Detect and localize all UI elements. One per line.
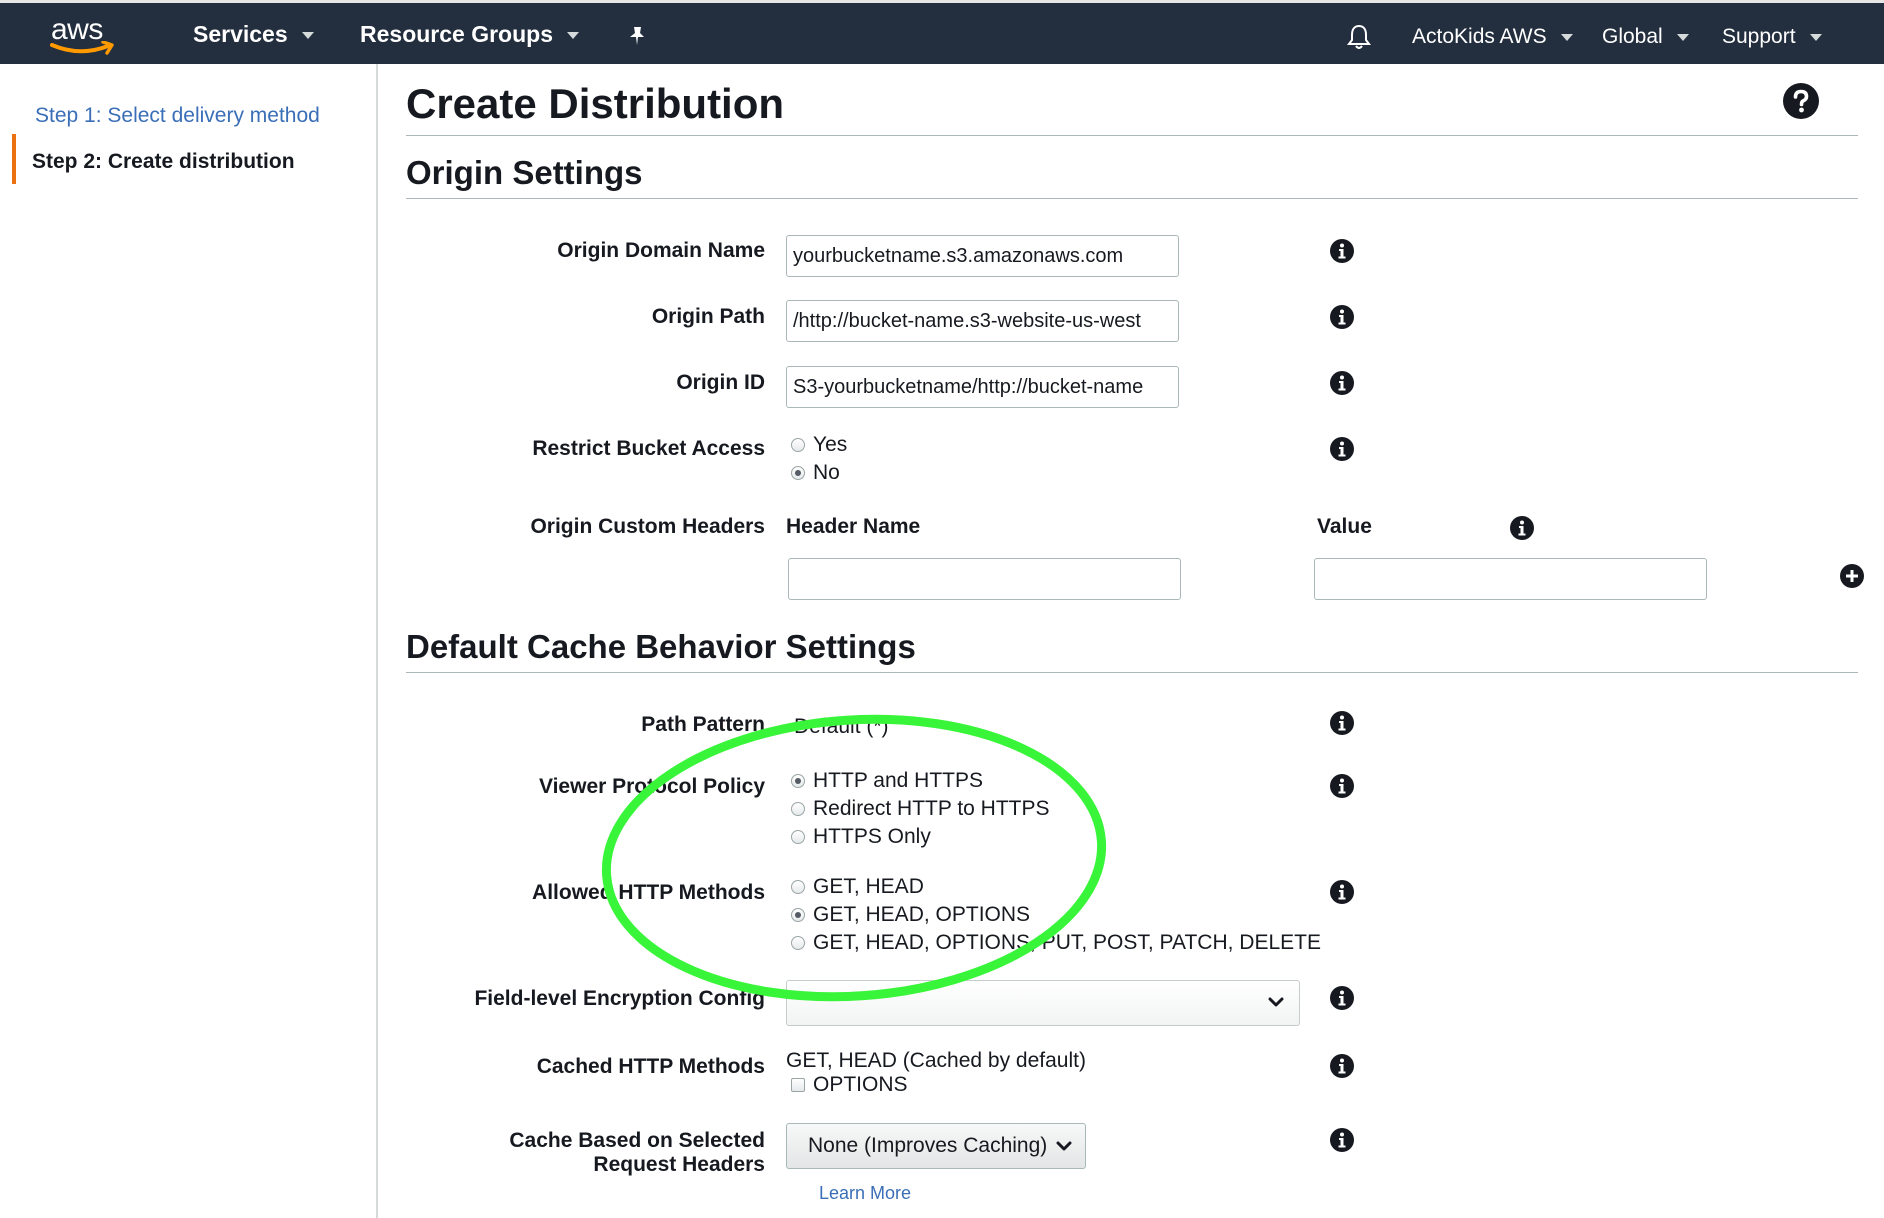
- info-icon[interactable]: [1330, 371, 1354, 400]
- info-icon[interactable]: [1510, 516, 1534, 545]
- info-icon[interactable]: [1330, 1054, 1354, 1083]
- radio-button[interactable]: [791, 830, 805, 844]
- chevron-down-icon: [567, 32, 579, 40]
- origin-settings-divider: [406, 198, 1858, 199]
- active-step-indicator: [12, 134, 16, 184]
- info-icon[interactable]: [1330, 305, 1354, 334]
- info-icon[interactable]: [1330, 711, 1354, 740]
- aws-smile-icon: [50, 41, 114, 55]
- cached-options-checkbox-row[interactable]: OPTIONS: [791, 1072, 908, 1098]
- cache-headers-value: None (Improves Caching): [808, 1134, 1048, 1157]
- radio-button[interactable]: [791, 936, 805, 950]
- cache-behavior-heading: Default Cache Behavior Settings: [406, 628, 916, 665]
- protocol-redirect-option[interactable]: Redirect HTTP to HTTPS: [791, 796, 1050, 822]
- radio-button-selected[interactable]: [791, 908, 805, 922]
- radio-button-selected[interactable]: [791, 774, 805, 788]
- help-icon[interactable]: [1783, 83, 1819, 124]
- protocol-http-and-https-option[interactable]: HTTP and HTTPS: [791, 768, 983, 794]
- header-value-input[interactable]: [1314, 558, 1707, 600]
- services-label: Services: [193, 21, 288, 47]
- highlight-annotation-ellipse: [601, 714, 1107, 1002]
- region-menu[interactable]: Global: [1602, 25, 1689, 49]
- account-menu[interactable]: ActoKids AWS: [1412, 25, 1573, 49]
- restrict-bucket-access-label: Restrict Bucket Access: [532, 437, 765, 460]
- chevron-down-icon: [1268, 997, 1284, 1007]
- cached-http-methods-label: Cached HTTP Methods: [536, 1055, 765, 1078]
- header-name-input[interactable]: [788, 558, 1181, 600]
- restrict-bucket-no-option[interactable]: No: [791, 460, 840, 486]
- origin-id-label: Origin ID: [676, 371, 765, 394]
- chevron-down-icon: [1809, 33, 1822, 41]
- radio-button[interactable]: [791, 438, 805, 452]
- cache-headers-select[interactable]: None (Improves Caching): [786, 1123, 1086, 1169]
- info-icon[interactable]: [1330, 239, 1354, 268]
- methods-get-head-option[interactable]: GET, HEAD: [791, 874, 924, 900]
- info-icon[interactable]: [1330, 986, 1354, 1015]
- field-level-encryption-label: Field-level Encryption Config: [474, 987, 765, 1010]
- chevron-down-icon: [1676, 33, 1689, 41]
- origin-custom-headers-label: Origin Custom Headers: [530, 515, 765, 538]
- radio-button-selected[interactable]: [791, 466, 805, 480]
- origin-path-input[interactable]: /http://bucket-name.s3-website-us-west: [786, 300, 1179, 342]
- header-name-column-heading: Header Name: [786, 515, 921, 538]
- bell-icon[interactable]: [1346, 23, 1372, 56]
- restrict-bucket-yes-option[interactable]: Yes: [791, 432, 847, 458]
- page-title: Create Distribution: [406, 80, 785, 127]
- origin-settings-heading: Origin Settings: [406, 154, 643, 191]
- radio-button[interactable]: [791, 802, 805, 816]
- info-icon[interactable]: [1330, 1128, 1354, 1157]
- region-label: Global: [1602, 25, 1663, 48]
- title-divider: [406, 135, 1858, 136]
- cached-methods-default-text: GET, HEAD (Cached by default): [786, 1049, 1086, 1072]
- origin-path-label: Origin Path: [651, 305, 765, 328]
- sidebar-step-1-link[interactable]: Step 1: Select delivery method: [35, 104, 320, 128]
- top-nav: aws Services Resource Groups ActoKids AW…: [0, 0, 1884, 64]
- methods-all-option[interactable]: GET, HEAD, OPTIONS, PUT, POST, PATCH, DE…: [791, 930, 1321, 956]
- field-level-encryption-select[interactable]: [786, 980, 1300, 1026]
- account-label: ActoKids AWS: [1412, 25, 1547, 48]
- resource-groups-menu[interactable]: Resource Groups: [360, 21, 579, 48]
- viewer-protocol-policy-label: Viewer Protocol Policy: [538, 775, 765, 798]
- cache-behavior-divider: [406, 672, 1858, 673]
- aws-logo[interactable]: aws: [48, 11, 118, 59]
- resource-groups-label: Resource Groups: [360, 21, 553, 47]
- value-column-heading: Value: [1317, 515, 1372, 538]
- protocol-https-only-option[interactable]: HTTPS Only: [791, 824, 931, 850]
- origin-domain-name-label: Origin Domain Name: [557, 239, 765, 262]
- support-label: Support: [1722, 25, 1796, 48]
- radio-button[interactable]: [791, 880, 805, 894]
- allowed-http-methods-label: Allowed HTTP Methods: [532, 881, 765, 904]
- sidebar-step-2: Step 2: Create distribution: [32, 150, 295, 173]
- methods-get-head-options-option[interactable]: GET, HEAD, OPTIONS: [791, 902, 1030, 928]
- chevron-down-icon: [1056, 1141, 1072, 1151]
- options-checkbox[interactable]: [791, 1078, 805, 1092]
- origin-domain-name-input[interactable]: yourbucketname.s3.amazonaws.com: [786, 235, 1179, 277]
- sidebar: Step 1: Select delivery method Step 2: C…: [0, 64, 378, 1218]
- info-icon[interactable]: [1330, 437, 1354, 466]
- cache-headers-label-line2: Request Headers: [593, 1153, 765, 1176]
- support-menu[interactable]: Support: [1722, 25, 1822, 49]
- origin-id-input[interactable]: S3-yourbucketname/http://bucket-name: [786, 366, 1179, 408]
- chevron-down-icon: [1560, 33, 1573, 41]
- info-icon[interactable]: [1330, 880, 1354, 909]
- pin-icon[interactable]: [626, 25, 648, 52]
- services-menu[interactable]: Services: [193, 21, 314, 48]
- chevron-down-icon: [301, 32, 314, 40]
- add-header-icon[interactable]: [1840, 564, 1864, 593]
- learn-more-link[interactable]: Learn More: [819, 1183, 911, 1204]
- path-pattern-label: Path Pattern: [641, 713, 765, 736]
- info-icon[interactable]: [1330, 774, 1354, 803]
- cache-headers-label-line1: Cache Based on Selected: [509, 1129, 765, 1152]
- path-pattern-value: Default (*): [794, 715, 889, 738]
